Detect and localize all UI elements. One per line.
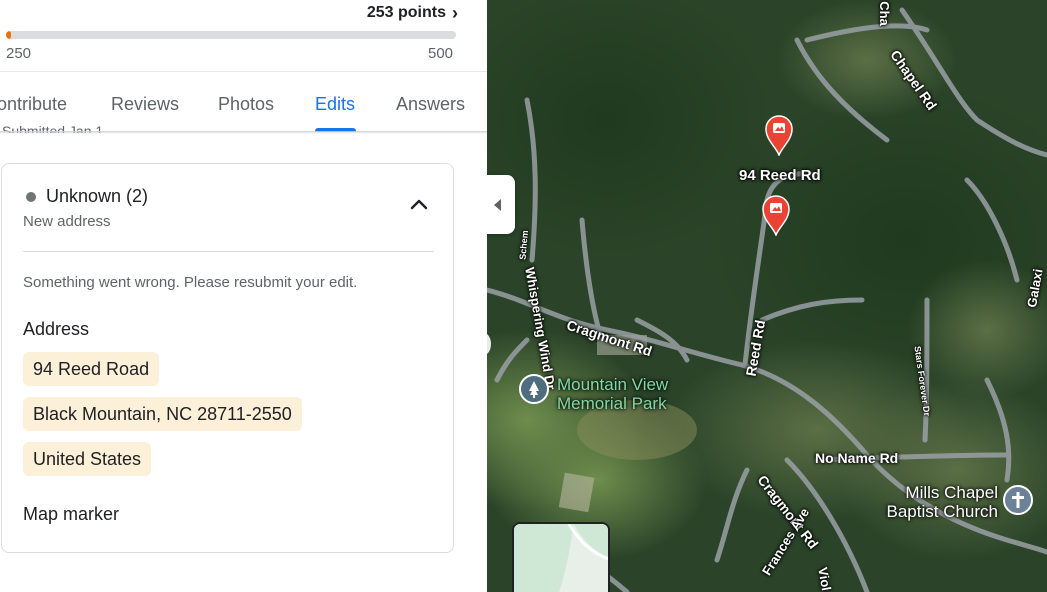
points-link[interactable]: 253 points › [367, 4, 458, 22]
tab-answers[interactable]: Answers [396, 94, 465, 115]
collapse-panel-button[interactable] [487, 175, 515, 234]
progress-fill [6, 31, 12, 39]
layers-map-thumbnail [514, 524, 608, 592]
pin-label: 94 Reed Rd [739, 167, 821, 184]
tab-edits[interactable]: Edits [315, 94, 355, 115]
map-pin-icon[interactable] [764, 114, 794, 156]
contribution-tabs: ontribute Reviews Photos Edits Answers [0, 72, 487, 132]
tab-contribute[interactable]: ontribute [0, 94, 67, 115]
layers-thumbnail[interactable] [512, 522, 610, 592]
poi-mills-chapel-baptist-church[interactable]: Mills Chapel Baptist Church [867, 483, 999, 521]
points-label: 253 points [366, 4, 446, 21]
chevron-right-icon: › [452, 3, 458, 23]
chevron-left-icon [494, 199, 501, 211]
card-divider [23, 251, 434, 252]
progress-min-label: 250 [6, 45, 32, 62]
poi-mountain-view-memorial-park[interactable]: Mountain View Memorial Park [557, 375, 668, 413]
status-dot-icon [26, 192, 36, 202]
edit-status-subtitle: New address [23, 213, 111, 230]
map-pin-icon[interactable] [761, 194, 791, 236]
contributions-panel: 253 points › 250 500 Submitted Jan 1 ont… [0, 0, 487, 592]
chevron-up-icon[interactable] [408, 194, 430, 216]
tab-reviews[interactable]: Reviews [111, 94, 179, 115]
edit-card: Unknown (2) New address Something went w… [1, 163, 454, 553]
satellite-map[interactable]: Cha Chapel Rd Whispering Wind Dr Cragmon… [487, 0, 1047, 592]
map-marker-heading: Map marker [23, 504, 120, 524]
road-label-cha: Cha [876, 1, 892, 26]
address-chip-country: United States [23, 442, 152, 476]
address-heading: Address [23, 319, 90, 339]
road-label-no-name-rd: No Name Rd [815, 450, 899, 466]
cemetery-icon[interactable] [519, 374, 549, 404]
tab-photos[interactable]: Photos [218, 94, 274, 115]
tabs-shadow [0, 131, 487, 134]
edit-status-title: Unknown (2) [46, 186, 149, 206]
error-message: Something went wrong. Please resubmit yo… [23, 274, 358, 291]
address-chip-street: 94 Reed Road [23, 352, 160, 386]
church-icon[interactable] [1003, 485, 1033, 515]
points-progress-bar [6, 31, 456, 39]
progress-max-label: 500 [428, 45, 454, 62]
address-chip-city: Black Mountain, NC 28711-2550 [23, 397, 302, 431]
